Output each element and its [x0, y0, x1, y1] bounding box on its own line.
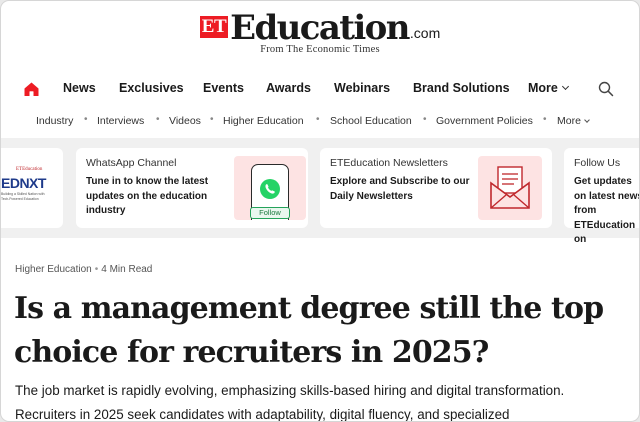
browser-page: ET Education .com From The Economic Time… — [0, 0, 640, 422]
article-summary-line: The job market is rapidly evolving, emph… — [15, 383, 565, 398]
article-category-link[interactable]: Higher Education — [15, 264, 92, 275]
ednxt-banner-brand: ETEducation — [16, 167, 43, 172]
whatsapp-follow-button[interactable]: Follow — [250, 207, 290, 219]
ednxt-promo-card[interactable]: ETEducation EDNXT Building a Skilled Nat… — [1, 148, 63, 228]
separator-dot: • — [156, 114, 160, 125]
subnav-school-education[interactable]: School Education — [330, 115, 412, 127]
subnav-interviews[interactable]: Interviews — [97, 115, 144, 127]
subnav-government-policies[interactable]: Government Policies — [436, 115, 533, 127]
subnav-industry[interactable]: Industry — [36, 115, 73, 127]
whatsapp-card-title: WhatsApp Channel — [86, 157, 177, 169]
follow-us-card[interactable]: Follow Us Get updates on latest news fro… — [564, 148, 639, 245]
article-meta: Higher Education • 4 Min Read — [15, 264, 152, 275]
newsletters-card-title: ETEducation Newsletters — [330, 157, 448, 169]
separator-dot: • — [84, 114, 88, 125]
separator-dot: • — [423, 114, 427, 125]
article-headline: Is a management degree still the top cho… — [14, 291, 604, 370]
subnav-more-label: More — [557, 115, 581, 127]
article-summary: The job market is rapidly evolving, emph… — [15, 379, 639, 422]
separator-dot: • — [316, 114, 320, 125]
ednxt-banner-caption: Building a Skilled Nation with Tech-Powe… — [1, 192, 45, 201]
chevron-down-icon — [561, 82, 569, 91]
subnav-videos[interactable]: Videos — [169, 115, 201, 127]
envelope-icon — [490, 166, 530, 209]
chevron-down-icon — [584, 117, 590, 123]
nav-webinars[interactable]: Webinars — [334, 81, 390, 95]
newsletter-illustration — [478, 156, 542, 220]
subnav-higher-education[interactable]: Higher Education — [223, 115, 304, 127]
separator-dot: • — [94, 264, 99, 275]
nav-brand-solutions[interactable]: Brand Solutions — [413, 81, 510, 95]
nav-news[interactable]: News — [63, 81, 96, 95]
whatsapp-icon — [260, 179, 280, 199]
logo-et-badge: ET — [199, 16, 229, 38]
follow-us-card-title: Follow Us — [574, 157, 621, 169]
nav-events[interactable]: Events — [203, 81, 244, 95]
separator-dot: • — [543, 114, 547, 125]
newsletters-card-body: Explore and Subscribe to our Daily Newsl… — [330, 176, 470, 202]
search-icon[interactable] — [598, 81, 614, 97]
whatsapp-illustration: Follow — [234, 156, 306, 220]
logo-wordmark: Education — [230, 8, 410, 48]
promo-cards-strip: ETEducation EDNXT Building a Skilled Nat… — [1, 138, 639, 245]
separator-dot: • — [210, 114, 214, 125]
nav-awards[interactable]: Awards — [266, 81, 311, 95]
article-read-time: 4 Min Read — [101, 264, 153, 275]
whatsapp-card-body: Tune in to know the latest updates on th… — [86, 176, 209, 216]
follow-us-card-body: Get updates on latest news from ETEducat… — [574, 176, 640, 245]
home-icon[interactable] — [23, 81, 40, 97]
ednxt-banner-text: EDNXT — [1, 175, 46, 191]
logo-suffix: .com — [409, 25, 441, 41]
ednxt-banner-image: ETEducation EDNXT Building a Skilled Nat… — [1, 164, 58, 212]
nav-more-label: More — [528, 81, 558, 95]
sub-nav: Industry • Interviews • Videos • Higher … — [1, 113, 639, 131]
nav-exclusives[interactable]: Exclusives — [119, 81, 184, 95]
main-nav: News Exclusives Events Awards Webinars B… — [1, 75, 639, 103]
logo-tagline: From The Economic Times — [260, 44, 380, 55]
nav-more[interactable]: More — [528, 81, 569, 95]
whatsapp-channel-card[interactable]: WhatsApp Channel Tune in to know the lat… — [76, 148, 308, 228]
newsletters-card[interactable]: ETEducation Newsletters Explore and Subs… — [320, 148, 552, 228]
article-summary-line: Recruiters in 2025 seek candidates with … — [15, 407, 510, 422]
subnav-more[interactable]: More — [557, 115, 590, 127]
